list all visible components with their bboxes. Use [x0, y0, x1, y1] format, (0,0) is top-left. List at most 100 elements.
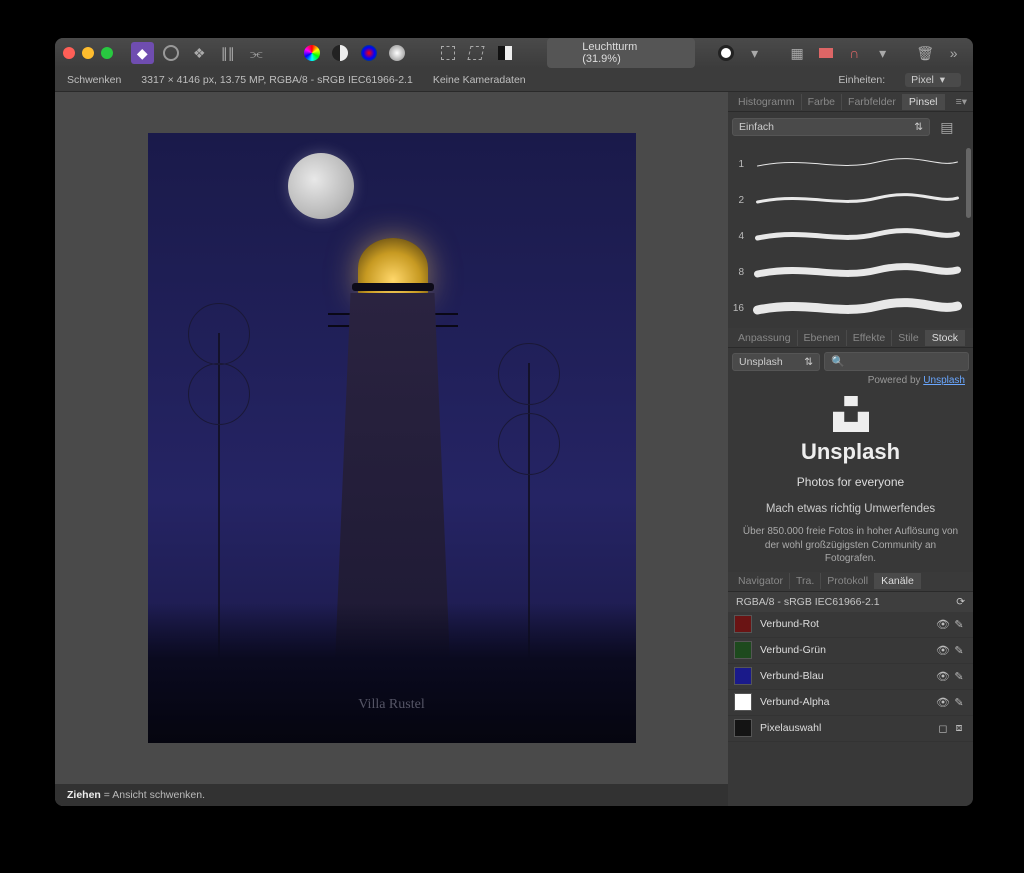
brush-preset[interactable]: 8 [730, 254, 967, 290]
grid-button[interactable]: ▦ [786, 42, 809, 64]
snap-button[interactable] [814, 42, 837, 64]
tab-pinsel[interactable]: Pinsel [903, 94, 945, 110]
brush-settings-button[interactable]: ▤ [933, 116, 961, 138]
share-icon: ⫘ [250, 45, 263, 62]
pencil-icon[interactable]: ✎ [951, 618, 967, 631]
tab-navigator[interactable]: Navigator [732, 573, 790, 589]
marquee2-button[interactable] [465, 42, 488, 64]
document-image: Villa Rustel [148, 133, 636, 743]
panel-menu-icon[interactable]: ≡▾ [950, 96, 973, 108]
pencil-icon[interactable]: ✎ [951, 670, 967, 683]
scrollbar[interactable] [966, 148, 971, 218]
tab-histogramm[interactable]: Histogramm [732, 94, 802, 110]
tool-button-1[interactable] [160, 42, 183, 64]
brush-preset[interactable]: 2 [730, 182, 967, 218]
canvas[interactable]: Villa Rustel [55, 92, 728, 784]
channel-swatch [734, 641, 752, 659]
eye-icon[interactable]: 👁 [935, 696, 951, 709]
chevron-updown-icon: ⇅ [914, 121, 923, 133]
eye-icon[interactable]: 👁 [935, 644, 951, 657]
eye-icon[interactable]: 👁 [935, 670, 951, 683]
cube-icon: ❖ [193, 45, 206, 62]
grid-icon: ▦ [791, 45, 804, 62]
brush-category-select[interactable]: Einfach⇅ [732, 118, 930, 136]
channel-row[interactable]: Verbund-Rot👁✎ [728, 612, 973, 638]
unsplash-logo-icon [831, 396, 871, 432]
tab-kanäle[interactable]: Kanäle [875, 573, 921, 589]
tool-button-2[interactable]: ❖ [188, 42, 211, 64]
tab-stock[interactable]: Stock [926, 330, 965, 346]
channels-header: RGBA/8 - sRGB IEC61966-2.1 [736, 596, 880, 608]
channel-name: Pixelauswahl [760, 722, 935, 734]
channel-swatch [734, 667, 752, 685]
color-wheel-button[interactable] [300, 42, 323, 64]
brush-preset[interactable]: 16 [730, 290, 967, 326]
stock-source-select[interactable]: Unsplash⇅ [732, 353, 820, 371]
marquee-button[interactable] [436, 42, 459, 64]
brush-stroke-icon [748, 190, 967, 210]
units-select[interactable]: Pixel ▾ [905, 73, 961, 87]
channel-name: Verbund-Blau [760, 670, 935, 682]
square-icon[interactable]: ◻ [935, 722, 951, 735]
channel-row[interactable]: Pixelauswahl◻⧈ [728, 716, 973, 742]
stock-search-input[interactable]: 🔍 [824, 352, 969, 371]
unsplash-brand: Unsplash [738, 439, 963, 465]
eye-icon[interactable]: 👁 [935, 618, 951, 631]
minimize-window-button[interactable] [82, 47, 94, 59]
tab-protokoll[interactable]: Protokoll [821, 573, 875, 589]
close-window-button[interactable] [63, 47, 75, 59]
magnet-dropdown[interactable]: ▾ [871, 42, 894, 64]
brush-preset[interactable]: 4 [730, 218, 967, 254]
channels-panel: RGBA/8 - sRGB IEC61966-2.1 ⟳ Verbund-Rot… [728, 592, 973, 807]
channel-row[interactable]: Verbund-Blau👁✎ [728, 664, 973, 690]
stock-description: Über 850.000 freie Fotos in hoher Auflös… [738, 525, 963, 566]
channel-swatch [734, 615, 752, 633]
brush-stroke-icon [748, 154, 967, 174]
toolbar: ◆ ❖ ∥∥ ⫘ Leuchtturm (31.9%) ▾ ▦ ∩ ▾ 🗑 » [55, 38, 973, 68]
soft-button[interactable] [386, 42, 409, 64]
quickmask-button[interactable] [493, 42, 516, 64]
brush-stroke-icon [748, 262, 967, 282]
tab-ebenen[interactable]: Ebenen [798, 330, 847, 346]
powered-by: Powered by Unsplash [728, 375, 973, 390]
tab-tra.[interactable]: Tra. [790, 573, 821, 589]
bw-button[interactable] [329, 42, 352, 64]
status-key: Ziehen [67, 789, 101, 801]
channel-name: Verbund-Rot [760, 618, 935, 630]
brush-preset[interactable]: 1 [730, 146, 967, 182]
tool-button-3[interactable]: ∥∥ [217, 42, 240, 64]
status-text: = Ansicht schwenken. [101, 789, 205, 801]
tab-farbe[interactable]: Farbe [802, 94, 842, 110]
camera-data-label: Keine Kameradaten [433, 74, 526, 86]
reset-icon[interactable]: ⟳ [956, 596, 965, 608]
magnet-button[interactable]: ∩ [843, 42, 866, 64]
tab-farbfelder[interactable]: Farbfelder [842, 94, 903, 110]
channel-row[interactable]: Verbund-Grün👁✎ [728, 638, 973, 664]
document-title: Leuchtturm (31.9%) [547, 38, 695, 68]
tool-button-4[interactable]: ⫘ [245, 42, 268, 64]
unsplash-link[interactable]: Unsplash [923, 375, 965, 386]
app-window: ◆ ❖ ∥∥ ⫘ Leuchtturm (31.9%) ▾ ▦ ∩ ▾ 🗑 » … [55, 38, 973, 806]
tab-anpassung[interactable]: Anpassung [732, 330, 798, 346]
pencil-icon[interactable]: ✎ [951, 696, 967, 709]
canvas-area: Villa Rustel Ziehen = Ansicht schwenken. [55, 92, 728, 806]
studio-panels: HistogrammFarbeFarbfelderPinsel ≡▾ Einfac… [728, 92, 973, 806]
zoom-window-button[interactable] [101, 47, 113, 59]
channel-row[interactable]: Verbund-Alpha👁✎ [728, 690, 973, 716]
square-dashed-icon[interactable]: ⧈ [951, 722, 967, 735]
rgb-button[interactable] [357, 42, 380, 64]
brush-list: 124816 [728, 142, 973, 328]
magnet-icon: ∩ [849, 45, 859, 61]
app-icon: ◆ [137, 45, 148, 62]
unsplash-tagline: Photos for everyone [738, 475, 963, 489]
pencil-icon[interactable]: ✎ [951, 644, 967, 657]
channel-name: Verbund-Grün [760, 644, 935, 656]
trash-button[interactable]: 🗑 [914, 42, 937, 64]
persona-photo-button[interactable]: ◆ [131, 42, 154, 64]
channel-swatch [734, 719, 752, 737]
mask-button[interactable] [715, 42, 738, 64]
tab-effekte[interactable]: Effekte [847, 330, 893, 346]
mask-dropdown[interactable]: ▾ [743, 42, 766, 64]
tab-stile[interactable]: Stile [892, 330, 925, 346]
overflow-button[interactable]: » [942, 42, 965, 64]
